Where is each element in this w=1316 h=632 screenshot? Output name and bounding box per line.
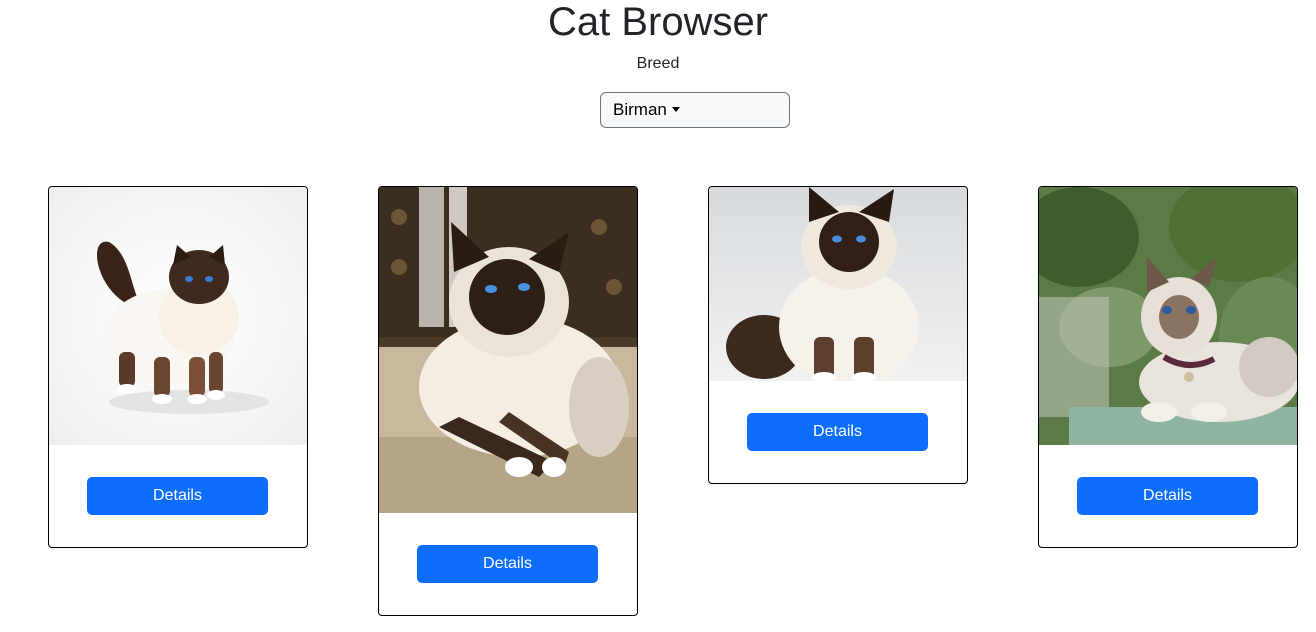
breed-dropdown[interactable]: Birman: [600, 92, 790, 128]
cat-card: Details: [48, 186, 308, 548]
cat-image: [379, 187, 637, 513]
caret-down-icon: [671, 106, 680, 112]
breed-label: Breed: [636, 55, 680, 72]
cat-image: [49, 187, 307, 445]
details-button[interactable]: Details: [417, 545, 598, 583]
page: Cat Browser Breed Birman Details Details…: [0, 0, 1316, 632]
cat-image: [1039, 187, 1297, 445]
card-body: Details: [709, 381, 967, 483]
cat-card: Details: [1038, 186, 1298, 548]
page-title: Cat Browser: [547, 0, 769, 44]
card-body: Details: [1039, 445, 1297, 547]
card-body: Details: [49, 445, 307, 547]
cat-image: [709, 187, 967, 381]
card-body: Details: [379, 513, 637, 615]
details-button[interactable]: Details: [1077, 477, 1258, 515]
cat-card: Details: [378, 186, 638, 616]
details-button[interactable]: Details: [87, 477, 268, 515]
breed-dropdown-value: Birman: [613, 100, 667, 119]
cat-card: Details: [708, 186, 968, 484]
details-button[interactable]: Details: [747, 413, 928, 451]
